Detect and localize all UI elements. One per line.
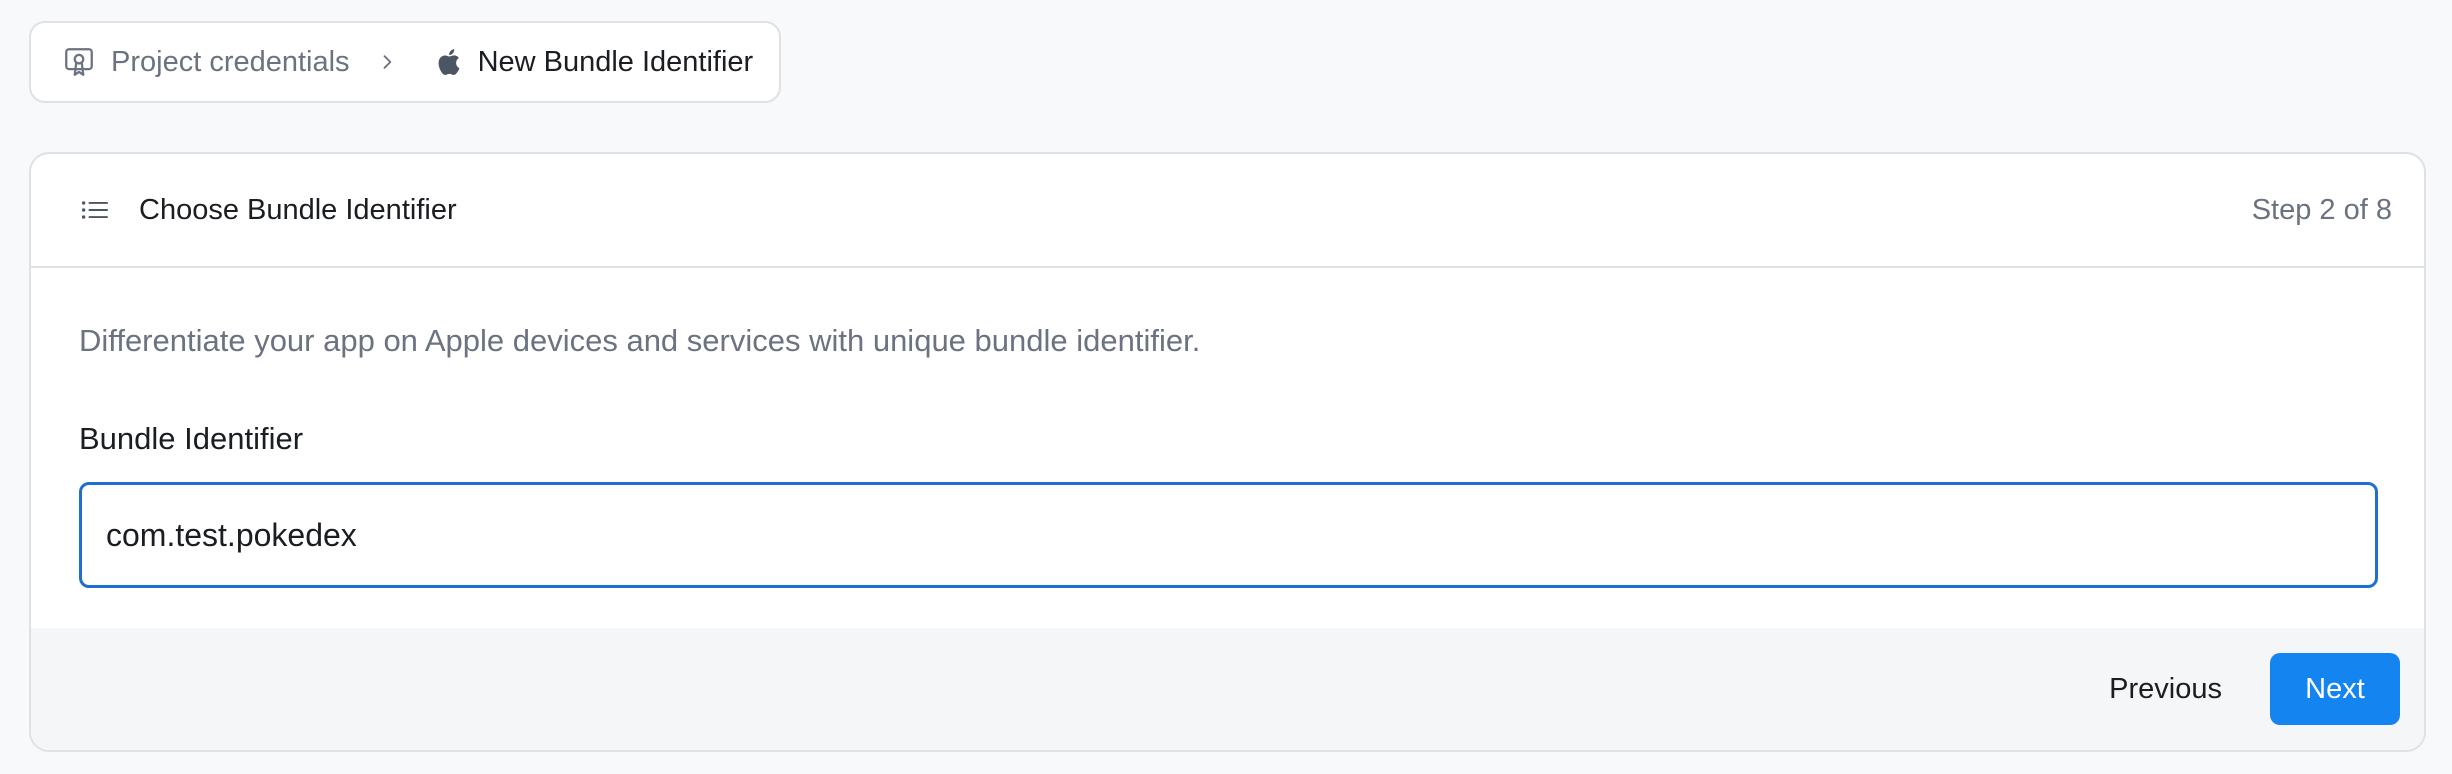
- card-body: Differentiate your app on Apple devices …: [31, 268, 2424, 612]
- card-footer: Previous Next: [31, 628, 2424, 750]
- card-header: Choose Bundle Identifier Step 2 of 8: [31, 154, 2424, 268]
- description-text: Differentiate your app on Apple devices …: [79, 323, 1201, 358]
- breadcrumb: Project credentials New Bundle Identifie…: [29, 21, 781, 103]
- breadcrumb-current-page: New Bundle Identifier: [477, 45, 754, 78]
- apple-icon: [432, 46, 464, 78]
- certificate-icon: [61, 44, 97, 80]
- bundle-identifier-card: Choose Bundle Identifier Step 2 of 8 Dif…: [29, 152, 2426, 752]
- previous-button[interactable]: Previous: [2085, 654, 2246, 724]
- bundle-identifier-label: Bundle Identifier: [79, 421, 304, 456]
- next-button[interactable]: Next: [2270, 653, 2400, 725]
- bundle-identifier-input[interactable]: [79, 482, 2378, 588]
- list-icon: [81, 196, 109, 224]
- step-indicator: Step 2 of 8: [2251, 193, 2392, 226]
- card-title: Choose Bundle Identifier: [139, 193, 457, 226]
- breadcrumb-project-credentials[interactable]: Project credentials: [111, 46, 350, 79]
- chevron-right-icon: [376, 51, 398, 73]
- bundle-identifier-field-wrapper: [79, 482, 2378, 588]
